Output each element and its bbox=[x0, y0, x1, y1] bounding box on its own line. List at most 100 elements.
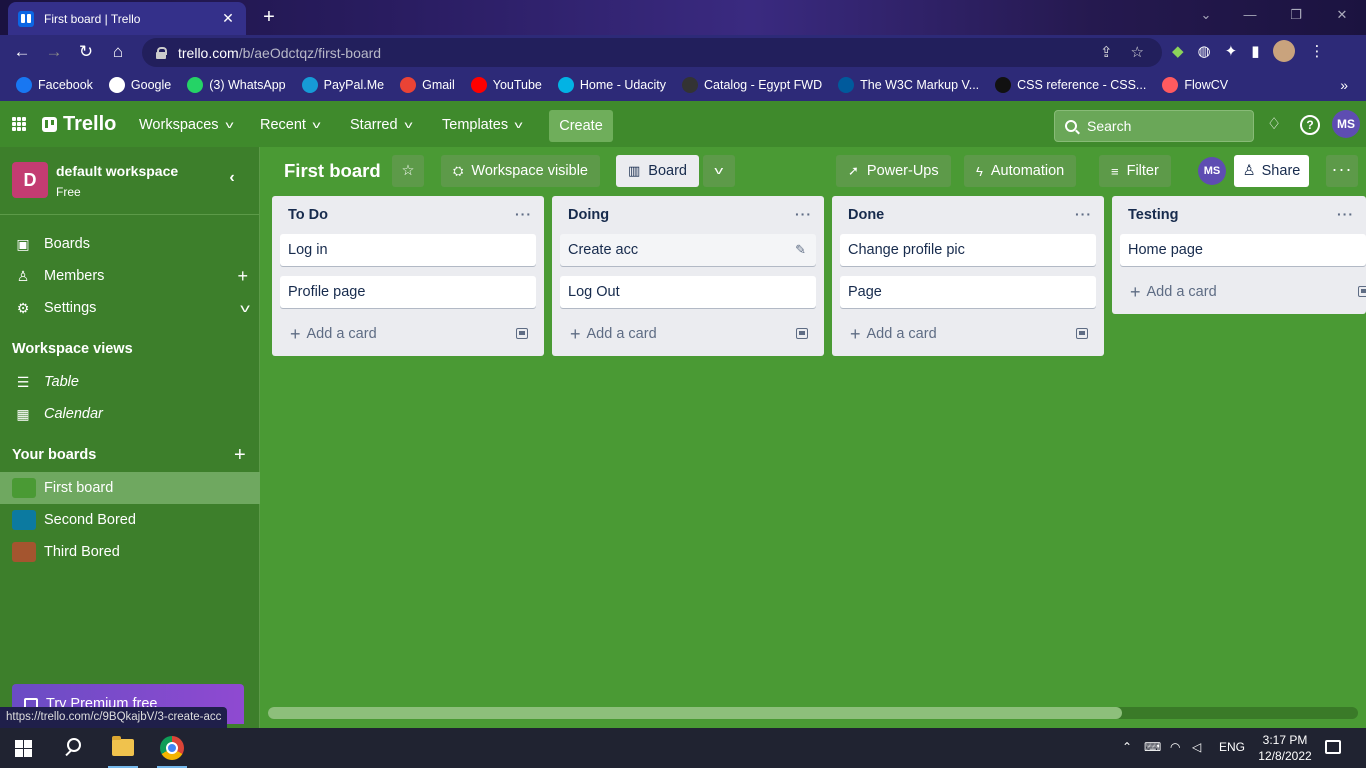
browser-tab[interactable]: First board | Trello ✕ bbox=[8, 2, 246, 35]
menu-kebab-icon[interactable]: ⋮ bbox=[1309, 42, 1324, 60]
visibility-button[interactable]: ⛭ Workspace visible bbox=[441, 155, 600, 187]
forward-icon[interactable]: → bbox=[42, 40, 66, 64]
card-template-icon[interactable] bbox=[796, 328, 808, 339]
board-horizontal-scrollbar[interactable] bbox=[268, 707, 1358, 719]
board-member-avatar[interactable]: MS bbox=[1198, 157, 1226, 185]
restore-icon[interactable]: ❐ bbox=[1276, 4, 1316, 26]
sidebar-item-members[interactable]: ♙ Members + bbox=[0, 260, 260, 292]
list-title[interactable]: Done bbox=[848, 207, 884, 223]
close-window-icon[interactable]: ✕ bbox=[1322, 4, 1362, 26]
workspace-name[interactable]: default workspace bbox=[56, 163, 178, 179]
workspace-avatar[interactable]: D bbox=[12, 162, 48, 198]
windows-start-icon[interactable] bbox=[15, 740, 32, 757]
card[interactable]: Create acc ✎ bbox=[560, 234, 816, 266]
board-view-button[interactable]: ▥ Board bbox=[616, 155, 699, 187]
bookmark-item[interactable]: The W3C Markup V... bbox=[838, 77, 979, 93]
star-board-button[interactable]: ☆ bbox=[392, 155, 424, 187]
user-avatar[interactable]: MS bbox=[1332, 110, 1360, 138]
bookmark-item[interactable]: Facebook bbox=[16, 77, 93, 93]
minimize-icon[interactable]: — bbox=[1230, 4, 1270, 26]
starred-menu[interactable]: Starred v bbox=[350, 111, 412, 139]
add-card-button[interactable]: + Add a card bbox=[552, 318, 824, 350]
add-card-button[interactable]: + Add a card bbox=[272, 318, 544, 350]
profile-avatar[interactable] bbox=[1273, 40, 1296, 62]
file-explorer-app[interactable] bbox=[100, 728, 146, 768]
trello-logo[interactable]: Trello bbox=[42, 113, 116, 136]
power-ups-button[interactable]: ➚ Power-Ups bbox=[836, 155, 951, 187]
bookmark-item[interactable]: YouTube bbox=[470, 77, 542, 93]
puzzle-icon[interactable]: ✦ bbox=[1225, 42, 1238, 60]
list-header[interactable]: Doing ··· bbox=[552, 196, 824, 234]
globe-icon[interactable]: ◍ bbox=[1198, 42, 1211, 60]
keyboard-icon[interactable]: ⌨ bbox=[1144, 740, 1161, 754]
volume-icon[interactable]: ◁ bbox=[1192, 740, 1201, 754]
sidebar-board-item[interactable]: Third Bored bbox=[0, 536, 260, 568]
card[interactable]: Change profile pic bbox=[840, 234, 1096, 266]
sidebar-board-item[interactable]: First board bbox=[0, 472, 260, 504]
list-actions-icon[interactable]: ··· bbox=[1075, 206, 1092, 222]
card-template-icon[interactable] bbox=[1358, 286, 1366, 297]
address-bar[interactable]: trello.com/b/aeOdctqz/first-board ⇪ ☆ bbox=[142, 38, 1162, 67]
home-icon[interactable]: ⌂ bbox=[106, 40, 130, 64]
tab-search-icon[interactable]: ⌄ bbox=[1186, 4, 1226, 26]
bookmark-item[interactable]: (3) WhatsApp bbox=[187, 77, 286, 93]
add-member-icon[interactable]: + bbox=[237, 266, 248, 287]
taskbar-search-icon[interactable] bbox=[64, 738, 82, 756]
workspaces-menu[interactable]: Workspaces v bbox=[139, 111, 233, 139]
new-tab-button[interactable]: + bbox=[256, 5, 282, 31]
edit-pencil-icon[interactable]: ✎ bbox=[795, 242, 806, 258]
back-icon[interactable]: ← bbox=[10, 40, 34, 64]
sidebar-item-boards[interactable]: ▣ Boards bbox=[0, 228, 260, 260]
show-hidden-icons-icon[interactable]: ⌃ bbox=[1122, 740, 1132, 754]
extension-icon[interactable]: ◆ bbox=[1172, 42, 1184, 60]
tab-close-icon[interactable]: ✕ bbox=[220, 10, 236, 27]
share-button[interactable]: ♙ Share bbox=[1234, 155, 1309, 187]
list-actions-icon[interactable]: ··· bbox=[515, 206, 532, 222]
card[interactable]: Page bbox=[840, 276, 1096, 308]
notifications-bell-icon[interactable]: ♢ bbox=[1264, 115, 1284, 135]
list-header[interactable]: Done ··· bbox=[832, 196, 1104, 234]
bookmark-item[interactable]: Gmail bbox=[400, 77, 455, 93]
card[interactable]: Home page bbox=[1120, 234, 1366, 266]
list-actions-icon[interactable]: ··· bbox=[795, 206, 812, 222]
language-indicator[interactable]: ENG bbox=[1219, 740, 1245, 754]
list-title[interactable]: To Do bbox=[288, 207, 328, 223]
card[interactable]: Log in bbox=[280, 234, 536, 266]
list-title[interactable]: Doing bbox=[568, 207, 609, 223]
card-template-icon[interactable] bbox=[1076, 328, 1088, 339]
system-clock[interactable]: 3:17 PM 12/8/2022 bbox=[1258, 732, 1312, 764]
list-header[interactable]: Testing ··· bbox=[1112, 196, 1366, 234]
board-menu-button[interactable]: ··· bbox=[1326, 155, 1358, 187]
side-panel-icon[interactable]: ▮ bbox=[1251, 42, 1259, 60]
reload-icon[interactable]: ↻ bbox=[74, 40, 98, 64]
sidebar-item-settings[interactable]: ⚙ Settings v bbox=[0, 292, 260, 324]
add-card-button[interactable]: + Add a card bbox=[1112, 276, 1366, 308]
bookmark-item[interactable]: FlowCV bbox=[1162, 77, 1228, 93]
board-title[interactable]: First board bbox=[284, 160, 381, 182]
recent-menu[interactable]: Recent v bbox=[260, 111, 320, 139]
bookmarks-overflow-icon[interactable]: » bbox=[1340, 77, 1348, 93]
sidebar-item-table[interactable]: ☰ Table bbox=[0, 366, 260, 398]
sidebar-item-calendar[interactable]: ▦ Calendar bbox=[0, 398, 260, 430]
bookmark-star-icon[interactable]: ☆ bbox=[1131, 43, 1144, 61]
add-card-button[interactable]: + Add a card bbox=[832, 318, 1104, 350]
list-title[interactable]: Testing bbox=[1128, 207, 1178, 223]
list-header[interactable]: To Do ··· bbox=[272, 196, 544, 234]
card[interactable]: Profile page bbox=[280, 276, 536, 308]
automation-button[interactable]: ϟ Automation bbox=[964, 155, 1077, 187]
scrollbar-thumb[interactable] bbox=[268, 707, 1122, 719]
bookmark-item[interactable]: PayPal.Me bbox=[301, 77, 384, 93]
app-switcher-icon[interactable] bbox=[12, 117, 26, 131]
help-icon[interactable]: ? bbox=[1300, 115, 1320, 135]
add-board-icon[interactable]: + bbox=[234, 444, 246, 467]
notification-center-icon[interactable] bbox=[1325, 740, 1341, 754]
filter-button[interactable]: ≡ Filter bbox=[1099, 155, 1171, 187]
sidebar-board-item[interactable]: Second Bored bbox=[0, 504, 260, 536]
card-template-icon[interactable] bbox=[516, 328, 528, 339]
bookmark-item[interactable]: Google bbox=[108, 77, 171, 93]
collapse-sidebar-icon[interactable]: ‹ bbox=[224, 169, 240, 189]
chevron-down-icon[interactable]: v bbox=[240, 301, 250, 315]
list-actions-icon[interactable]: ··· bbox=[1337, 206, 1354, 222]
wifi-icon[interactable]: ◠ bbox=[1170, 740, 1180, 754]
bookmark-item[interactable]: Home - Udacity bbox=[557, 77, 666, 93]
